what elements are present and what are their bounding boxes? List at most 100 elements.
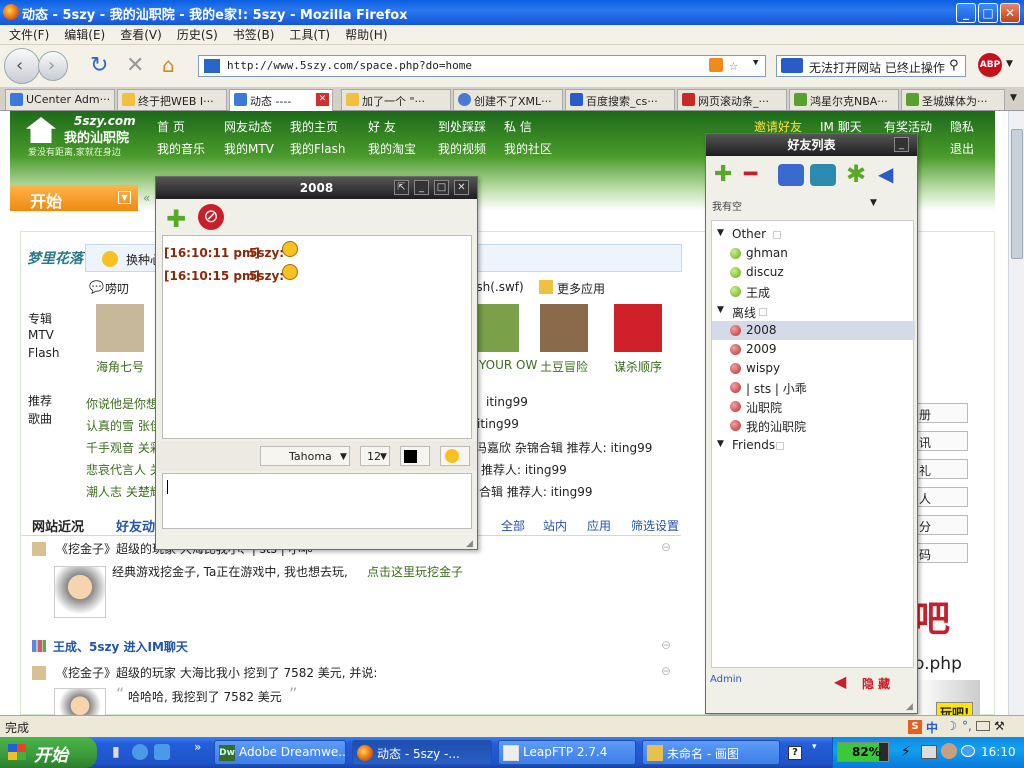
album-cover[interactable] xyxy=(471,304,519,352)
album-cover[interactable] xyxy=(96,304,144,352)
album-title[interactable]: 海角七号 xyxy=(96,358,144,375)
chat-bubble-icon[interactable] xyxy=(778,164,804,186)
font-select[interactable]: Tahoma xyxy=(260,446,350,466)
friend-item[interactable]: 汕职院 xyxy=(712,397,915,416)
block-icon[interactable]: ⊘ xyxy=(198,204,224,230)
emoji-picker[interactable] xyxy=(440,446,470,466)
page-scrollbar[interactable] xyxy=(1008,111,1024,715)
plug-icon[interactable]: ⚡ xyxy=(901,744,911,760)
network-icon[interactable] xyxy=(921,745,937,759)
nav-home[interactable]: 首 页 xyxy=(157,118,185,135)
popout-icon[interactable]: ⇱ xyxy=(394,180,409,195)
nav-messages[interactable]: 私 信 xyxy=(504,118,532,135)
expand-icon[interactable]: ▼ xyxy=(717,228,724,238)
group-chat-icon[interactable] xyxy=(810,164,836,186)
windows-start-button[interactable]: 开始 xyxy=(0,737,97,768)
help-icon[interactable]: ? xyxy=(788,746,802,760)
arrow-left-icon[interactable] xyxy=(941,743,957,759)
tab-jiale[interactable]: 加了一个 "··· xyxy=(341,89,451,110)
feed-close-icon[interactable]: ⊖ xyxy=(661,540,671,554)
moon-icon[interactable]: ☽ xyxy=(946,719,957,733)
taskbar-item-firefox[interactable]: 动态 - 5szy -... xyxy=(352,740,492,765)
section-tab-friends[interactable]: 好友动 xyxy=(116,516,155,535)
album-title[interactable]: YOUR OW xyxy=(479,358,537,372)
nav-myhome[interactable]: 我的主页 xyxy=(290,118,338,135)
filter-apps[interactable]: 应用 xyxy=(587,517,611,534)
friend-item[interactable]: | sts | 小乖 xyxy=(712,378,915,397)
collapse-icon[interactable]: « xyxy=(143,191,150,205)
song-item[interactable]: 你说他是你想 xyxy=(86,395,158,412)
search-icon[interactable]: ⚲ xyxy=(949,58,959,73)
menu-view[interactable]: 查看(V) xyxy=(120,26,162,43)
friend-item[interactable]: 2009 xyxy=(712,340,915,359)
group-friends[interactable]: ▼ Friends xyxy=(712,436,915,455)
chevron-down-icon[interactable]: ▼ xyxy=(1006,59,1013,69)
nav-flash[interactable]: 我的Flash xyxy=(290,140,345,157)
tab-web[interactable]: 终于把WEB I··· xyxy=(117,89,227,110)
baidu-icon[interactable] xyxy=(781,58,803,73)
more-icon[interactable]: » xyxy=(194,740,201,754)
add-friend-icon[interactable]: ✚ xyxy=(714,162,732,187)
feed-play-link[interactable]: 点击这里玩挖金子 xyxy=(367,563,463,580)
arrow-left-icon[interactable]: ◀ xyxy=(834,672,846,691)
menu-edit[interactable]: 编辑(E) xyxy=(64,26,105,43)
friend-item[interactable]: discuz xyxy=(712,263,915,282)
address-input[interactable]: http://www.5szy.com/space.php?do=home ☆ … xyxy=(198,55,766,77)
ie-icon[interactable] xyxy=(132,744,148,760)
promo-play-button[interactable]: 玩吧! xyxy=(936,702,974,715)
ime-icon[interactable]: 中 xyxy=(926,719,938,736)
sidebar-button[interactable]: 讯 xyxy=(916,431,968,451)
nav-privacy[interactable]: 隐私 xyxy=(950,118,974,135)
forward-button[interactable]: › xyxy=(38,51,68,81)
sidebar-button[interactable]: 码 xyxy=(916,543,968,563)
more-apps-link[interactable]: 更多应用 xyxy=(557,280,605,297)
cpu-meter[interactable]: 82% xyxy=(837,742,889,762)
maximize-icon[interactable]: □ xyxy=(434,180,449,195)
addon-icon[interactable]: S xyxy=(908,720,922,734)
album-cover[interactable] xyxy=(614,304,662,352)
remove-friend-icon[interactable]: ━ xyxy=(744,162,757,187)
game-thumbnail[interactable] xyxy=(54,566,106,618)
filter-all[interactable]: 全部 xyxy=(501,517,525,534)
nav-video[interactable]: 我的视频 xyxy=(438,140,486,157)
sidebar-button[interactable]: 人 xyxy=(916,487,968,507)
tab-baidu[interactable]: 百度搜索_cs··· xyxy=(565,89,675,110)
add-friend-icon[interactable]: ✚ xyxy=(166,205,186,233)
chevron-down-icon[interactable]: ▼ xyxy=(753,58,758,68)
chevron-down-icon[interactable]: ▼ xyxy=(118,191,131,204)
resize-handle[interactable]: ◢ xyxy=(466,539,473,549)
nav-friends[interactable]: 好 友 xyxy=(368,118,396,135)
sidebar-button[interactable]: 礼 xyxy=(916,459,968,479)
song-item[interactable]: 悲哀代言人 关 xyxy=(86,461,162,478)
maximize-button[interactable]: □ xyxy=(978,3,998,23)
nav-feed[interactable]: 网友动态 xyxy=(224,118,272,135)
hide-button[interactable]: 隐 藏 xyxy=(862,675,890,692)
scrollbar-thumb[interactable] xyxy=(1011,129,1023,259)
sidebar-button[interactable]: 册 xyxy=(916,403,968,423)
nav-music[interactable]: 我的音乐 xyxy=(157,140,205,157)
album-title[interactable]: 谋杀顺序 xyxy=(614,358,662,375)
close-button[interactable]: ✕ xyxy=(1000,3,1020,23)
search-input[interactable]: 无法打开网站 已终止操作 ⚲ xyxy=(776,55,966,77)
message-input[interactable] xyxy=(162,473,472,529)
song-item[interactable]: 认真的雪 张佳 xyxy=(86,417,162,434)
feed-close-icon[interactable]: ⊖ xyxy=(661,664,671,678)
nav-mtv[interactable]: 我的MTV xyxy=(224,140,274,157)
album-cover[interactable] xyxy=(540,304,588,352)
resize-handle[interactable]: ◢ xyxy=(906,702,913,712)
chat-window[interactable]: 2008 ⇱ _ □ ✕ ✚ ⊘ [16:10:11 pm] 5szy: [16… xyxy=(155,176,478,550)
close-icon[interactable]: ✕ xyxy=(454,180,469,195)
home-icon[interactable]: ⌂ xyxy=(162,53,175,77)
section-title[interactable]: 网站近况 xyxy=(32,516,84,535)
tools-icon[interactable]: ⚒ xyxy=(994,719,1005,733)
song-item[interactable]: 潮人志 关楚耀 xyxy=(86,483,162,500)
filter-site[interactable]: 站内 xyxy=(543,517,567,534)
chevron-down-icon[interactable]: ▼ xyxy=(870,198,877,208)
sidebar-button[interactable]: 分 xyxy=(916,515,968,535)
tab-ucenter[interactable]: UCenter Adm··· xyxy=(5,89,115,110)
quicklaunch-icon[interactable]: ▮ xyxy=(112,744,120,760)
tab-scroll[interactable]: 网页滚动条_··· xyxy=(677,89,787,110)
tab-list-icon[interactable]: ▼ xyxy=(1010,93,1017,103)
song-item[interactable]: 千手观音 关彩 xyxy=(86,439,162,456)
game-thumbnail[interactable] xyxy=(54,688,106,715)
